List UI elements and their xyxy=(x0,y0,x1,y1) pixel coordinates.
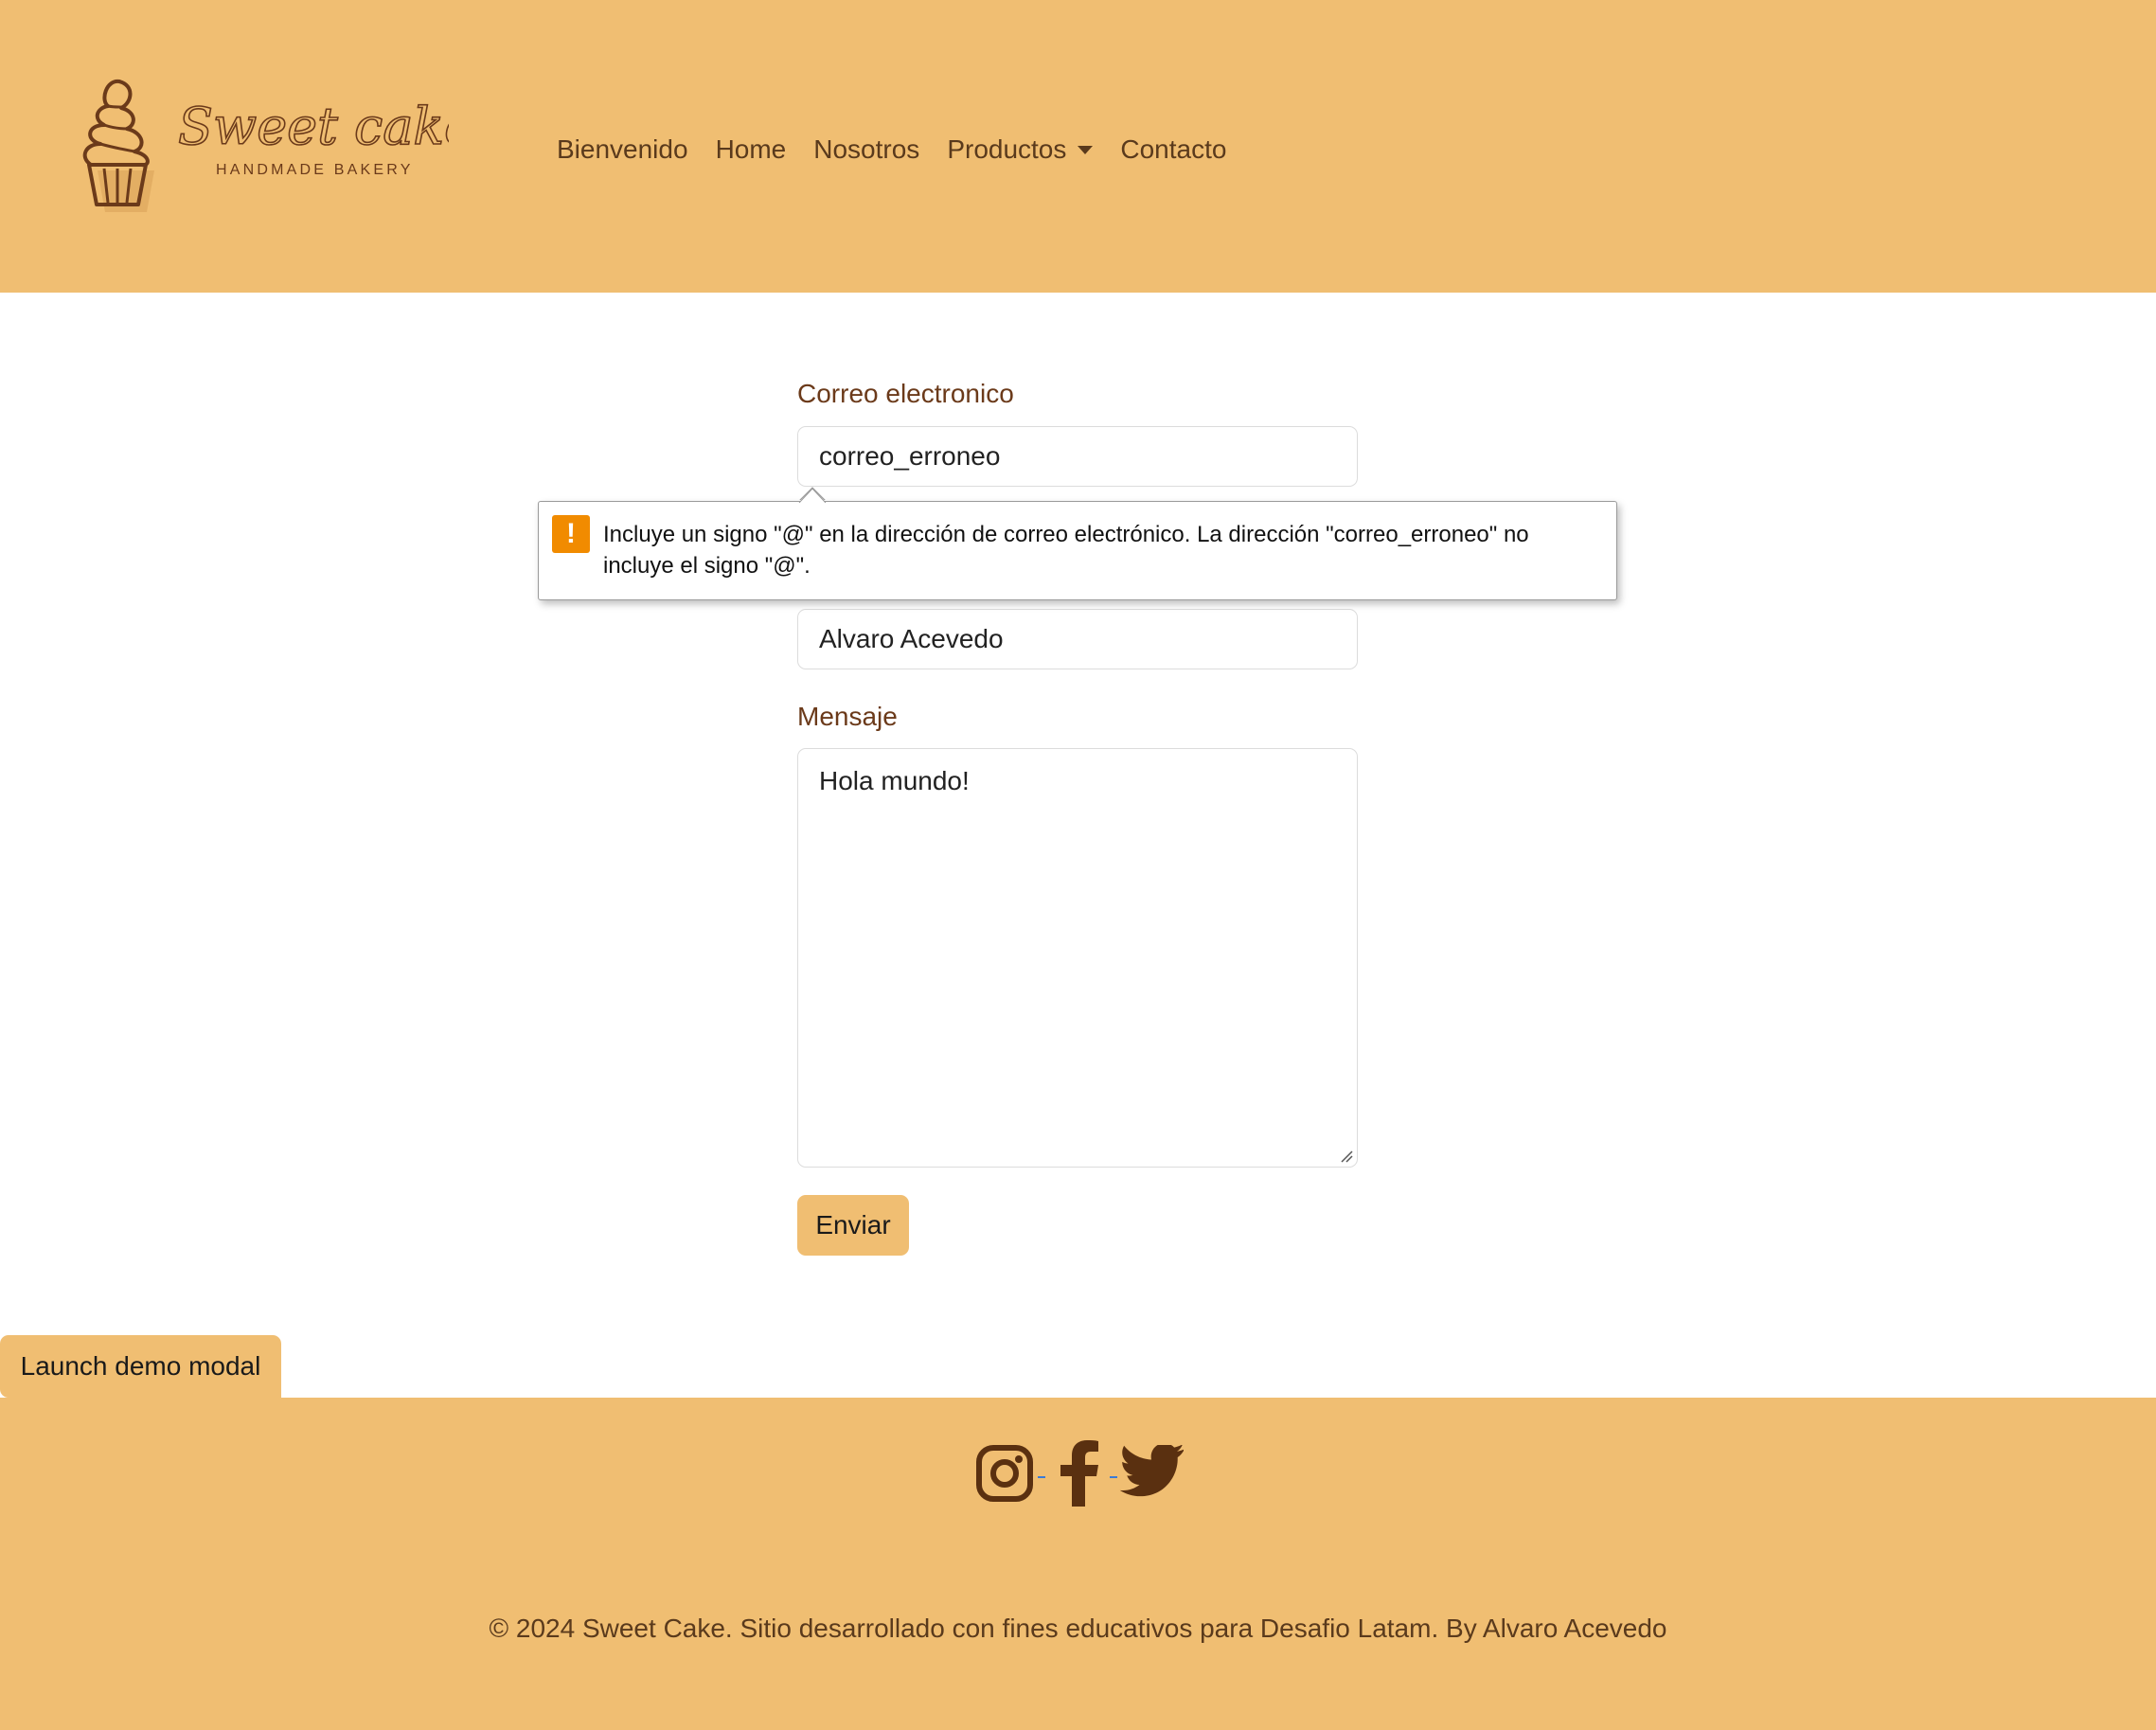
name-field-value: Alvaro Acevedo xyxy=(819,624,1004,653)
message-label: Mensaje xyxy=(797,702,898,731)
nav-item-productos[interactable]: Productos xyxy=(947,134,1094,165)
email-field-value: correo_erroneo xyxy=(819,441,1001,471)
site-footer: © 2024 Sweet Cake. Sitio desarrollado co… xyxy=(0,1398,2156,1730)
brand-tagline: HANDMADE BAKERY xyxy=(216,162,414,178)
resize-grip-icon[interactable] xyxy=(1340,1150,1353,1163)
validation-tooltip: ! Incluye un signo "@" en la dirección d… xyxy=(538,501,1617,600)
copyright-text: © 2024 Sweet Cake. Sitio desarrollado co… xyxy=(489,1614,1667,1643)
chevron-down-icon xyxy=(1078,145,1094,154)
main-nav: Bienvenido Home Nosotros Productos Conta… xyxy=(557,131,1254,169)
nav-item-home[interactable]: Home xyxy=(716,134,787,165)
message-field-value: Hola mundo! xyxy=(819,766,970,795)
name-field[interactable]: Alvaro Acevedo xyxy=(797,609,1358,669)
validation-message: Incluye un signo "@" en la dirección de … xyxy=(603,522,1529,579)
submit-button[interactable]: Enviar xyxy=(797,1195,909,1256)
launch-modal-button[interactable]: Launch demo modal xyxy=(0,1335,281,1398)
link-underline xyxy=(1038,1476,1045,1478)
nav-item-nosotros[interactable]: Nosotros xyxy=(813,134,919,165)
link-underline xyxy=(1110,1476,1117,1478)
twitter-icon[interactable] xyxy=(1117,1437,1184,1509)
facebook-icon[interactable] xyxy=(1057,1437,1100,1509)
brand-logo[interactable]: Sweet cake HANDMADE BAKERY xyxy=(80,74,475,218)
email-field[interactable]: correo_erroneo xyxy=(797,426,1358,487)
warning-icon: ! xyxy=(552,515,590,553)
nav-item-productos-label: Productos xyxy=(947,134,1067,164)
instagram-icon[interactable] xyxy=(975,1437,1034,1509)
tooltip-arrow-overlay xyxy=(798,488,827,503)
email-label: Correo electronico xyxy=(797,379,1014,408)
site-header: Sweet cake HANDMADE BAKERY Bienvenido Ho… xyxy=(0,0,2156,293)
cupcake-icon: Sweet cake HANDMADE BAKERY xyxy=(82,79,475,212)
brand-wordmark: Sweet cake xyxy=(178,97,449,156)
nav-item-contacto[interactable]: Contacto xyxy=(1120,134,1226,165)
nav-item-bienvenido[interactable]: Bienvenido xyxy=(557,134,688,165)
message-field[interactable]: Hola mundo! xyxy=(797,748,1358,1168)
